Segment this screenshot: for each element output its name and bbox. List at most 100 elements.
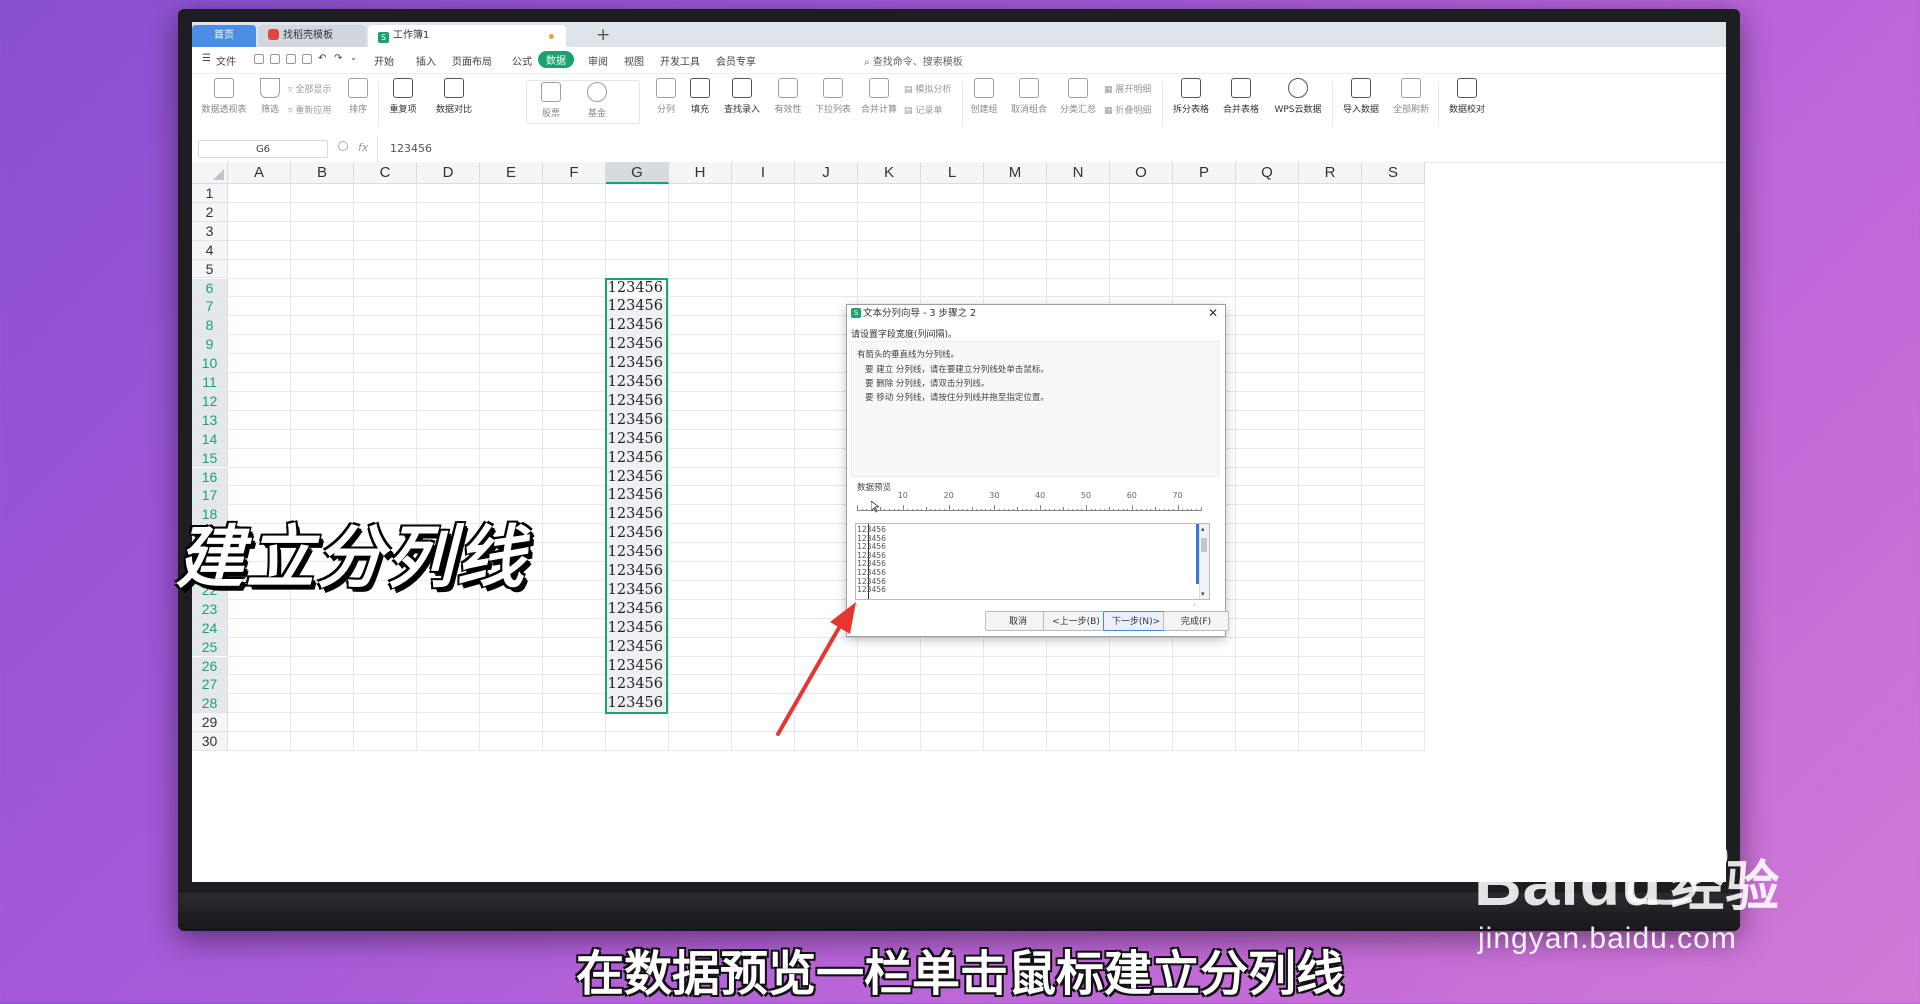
menu-page-layout[interactable]: 页面布局 (452, 53, 492, 68)
row-header-25[interactable]: 25 (192, 637, 228, 657)
row-header-26[interactable]: 26 (192, 656, 228, 676)
finish-button[interactable]: 完成(F) (1163, 611, 1229, 631)
row-header-28[interactable]: 28 (192, 694, 228, 714)
filter-button[interactable]: 筛选 (256, 78, 284, 115)
row-header-4[interactable]: 4 (192, 240, 228, 260)
tab-template[interactable]: 找稻壳模板 (258, 25, 366, 47)
cell-g8[interactable]: 123456 (606, 316, 666, 335)
scroll-thumb[interactable] (1201, 538, 1207, 552)
fund-button[interactable]: 基金 (578, 82, 616, 119)
menu-file[interactable]: 文件 (216, 53, 236, 68)
column-header-j[interactable]: J (795, 162, 858, 184)
row-header-2[interactable]: 2 (192, 202, 228, 222)
close-icon[interactable]: ✕ (1208, 305, 1218, 322)
ungroup-button[interactable]: 取消组合 (1006, 78, 1052, 115)
cell-g22[interactable]: 123456 (606, 581, 666, 600)
column-ruler[interactable]: 10 20 30 40 50 60 70 (857, 491, 1202, 513)
row-header-9[interactable]: 9 (192, 335, 228, 355)
lookup-entry-button[interactable]: 查找录入 (720, 78, 764, 115)
name-box[interactable]: G6 (198, 140, 328, 158)
menu-formula[interactable]: 公式 (512, 53, 532, 68)
stock-button[interactable]: 股票 (532, 82, 570, 119)
column-header-c[interactable]: C (354, 162, 417, 184)
preview-scrollbar[interactable]: ▴ ▾ (1196, 524, 1209, 599)
record-form-button[interactable]: ▤ 记录单 (904, 103, 942, 116)
cell-g27[interactable]: 123456 (606, 675, 666, 694)
preview-hscroll[interactable]: ‹ › (855, 601, 1210, 609)
cell-g19[interactable]: 123456 (606, 524, 666, 543)
cell-g28[interactable]: 123456 (606, 694, 666, 713)
zoom-icon[interactable] (338, 141, 348, 151)
collapse-detail-button[interactable]: ▦ 折叠明细 (1104, 103, 1151, 116)
menu-start[interactable]: 开始 (374, 53, 394, 68)
row-header-5[interactable]: 5 (192, 259, 228, 279)
fx-icon[interactable]: fx (358, 141, 368, 154)
column-header-p[interactable]: P (1173, 162, 1236, 184)
row-header-6[interactable]: 6 (192, 278, 228, 298)
row-header-23[interactable]: 23 (192, 599, 228, 619)
expand-detail-button[interactable]: ▦ 展开明细 (1104, 82, 1151, 95)
cell-g23[interactable]: 123456 (606, 600, 666, 619)
simulate-analysis-button[interactable]: ▤ 模拟分析 (904, 82, 951, 95)
menu-view[interactable]: 视图 (624, 53, 644, 68)
hamburger-menu-icon[interactable]: ☰ (202, 53, 211, 64)
row-header-14[interactable]: 14 (192, 429, 228, 449)
formula-input[interactable]: 123456 (377, 136, 1690, 162)
row-header-3[interactable]: 3 (192, 221, 228, 241)
print-icon[interactable] (286, 54, 296, 64)
cell-g17[interactable]: 123456 (606, 486, 666, 505)
row-header-8[interactable]: 8 (192, 316, 228, 336)
quick-access-more-icon[interactable]: ⌄ (350, 53, 357, 62)
import-data-button[interactable]: 导入数据 (1338, 78, 1384, 115)
column-header-i[interactable]: I (732, 162, 795, 184)
cell-g6[interactable]: 123456 (606, 279, 666, 298)
command-search[interactable]: ⌕ 查找命令、搜索模板 (864, 53, 963, 68)
row-header-7[interactable]: 7 (192, 297, 228, 317)
duplicates-button[interactable]: 重复项 (382, 78, 424, 115)
select-all-corner[interactable] (192, 162, 228, 184)
sort-button[interactable]: 排序 (344, 78, 372, 115)
row-header-1[interactable]: 1 (192, 184, 228, 203)
save-icon[interactable] (254, 54, 264, 64)
menu-data[interactable]: 数据 (538, 51, 574, 68)
row-header-16[interactable]: 16 (192, 467, 228, 487)
reapply-button[interactable]: ▿ 重新应用 (288, 103, 331, 116)
pivot-table-button[interactable]: 数据透视表 (198, 78, 250, 115)
tab-workbook[interactable]: S 工作簿1 (368, 25, 566, 47)
column-header-s[interactable]: S (1362, 162, 1425, 184)
row-header-12[interactable]: 12 (192, 391, 228, 411)
cell-g14[interactable]: 123456 (606, 430, 666, 449)
data-verify-button[interactable]: 数据校对 (1444, 78, 1490, 115)
cancel-button[interactable]: 取消 (985, 611, 1051, 631)
column-header-r[interactable]: R (1299, 162, 1362, 184)
menu-review[interactable]: 审阅 (588, 53, 608, 68)
cell-g16[interactable]: 123456 (606, 468, 666, 487)
scroll-down-icon[interactable]: ▾ (1201, 590, 1205, 598)
cell-g25[interactable]: 123456 (606, 638, 666, 657)
print-preview-icon[interactable] (302, 54, 312, 64)
column-header-m[interactable]: M (984, 162, 1047, 184)
cell-g10[interactable]: 123456 (606, 354, 666, 373)
fill-button[interactable]: 填充 (686, 78, 714, 115)
cell-g12[interactable]: 123456 (606, 392, 666, 411)
row-header-30[interactable]: 30 (192, 732, 228, 751)
subtotal-button[interactable]: 分类汇总 (1056, 78, 1100, 115)
column-header-o[interactable]: O (1110, 162, 1173, 184)
row-header-11[interactable]: 11 (192, 373, 228, 392)
row-header-24[interactable]: 24 (192, 618, 228, 638)
column-header-l[interactable]: L (921, 162, 984, 184)
cell-g21[interactable]: 123456 (606, 562, 666, 581)
column-header-h[interactable]: H (669, 162, 732, 184)
scroll-right-icon[interactable]: › (1193, 601, 1196, 609)
column-header-g[interactable]: G (606, 162, 669, 184)
redo-icon[interactable]: ↷ (334, 53, 342, 64)
cell-g13[interactable]: 123456 (606, 411, 666, 430)
undo-icon[interactable]: ↶ (318, 53, 326, 64)
wps-cloud-data-button[interactable]: WPS云数据 (1268, 78, 1328, 115)
menu-member[interactable]: 会员专享 (716, 53, 756, 68)
column-header-n[interactable]: N (1047, 162, 1110, 184)
show-all-button[interactable]: ▿ 全部显示 (288, 82, 331, 95)
cell-g24[interactable]: 123456 (606, 619, 666, 638)
create-group-button[interactable]: 创建组 (966, 78, 1002, 115)
split-table-button[interactable]: 拆分表格 (1168, 78, 1214, 115)
